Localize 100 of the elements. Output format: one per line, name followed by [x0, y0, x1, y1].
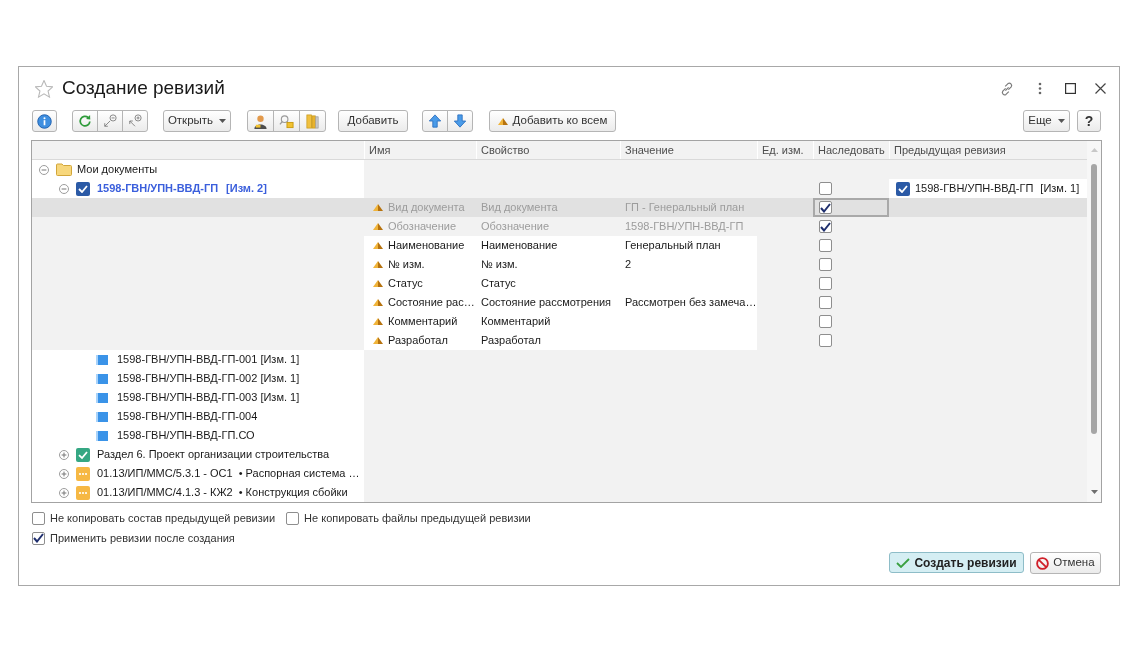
checkbox[interactable]	[76, 181, 90, 196]
checkbox[interactable]	[819, 182, 832, 195]
tree-item-label: 1598-ГВН/УПН-ВВД-ГП.СО	[117, 428, 255, 444]
tree-item[interactable]: 1598-ГВН/УПН-ВВД-ГП-004	[32, 407, 364, 426]
tree-item-label: Раздел 6. Проект организации строительства	[97, 447, 330, 463]
checkbox-label[interactable]: Не копировать состав предыдущей ревизии	[50, 509, 276, 527]
collapse-icon[interactable]	[59, 183, 69, 194]
pyramid-icon	[497, 117, 508, 125]
info-icon	[37, 113, 52, 129]
arrow-minus-button[interactable]	[97, 110, 123, 132]
checkbox[interactable]	[819, 334, 832, 347]
table-cell-text: ГП - Генеральный план	[624, 200, 746, 216]
document-icon	[96, 411, 108, 422]
table-cell: Разработал	[476, 331, 620, 350]
checkbox-label[interactable]: Применить ревизии после создания	[50, 529, 235, 547]
expand-icon[interactable]	[59, 487, 69, 498]
table-row[interactable]: Статус Статус	[32, 274, 1087, 293]
magnifier-box-icon	[279, 113, 294, 129]
tree-item[interactable]: 1598-ГВН/УПН-ВВД-ГП-001 [Изм. 1]	[32, 350, 364, 369]
tree-item[interactable]: 01.13/ИП/ММС/4.1.3 - КЖ2 • Конструкция сбойки	[32, 483, 364, 502]
tree-item[interactable]: 01.13/ИП/ММС/5.3.1 - ОС1 • Распорная система …	[32, 464, 364, 483]
property-name: Вид документа	[388, 200, 465, 216]
table-cell-text: Обозначение	[480, 219, 551, 235]
tree-item[interactable]: 1598-ГВН/УПН-ВВД-ГП.СО	[32, 426, 364, 445]
table-row[interactable]: Разработал Разработал	[32, 331, 1087, 350]
tree-item[interactable]: Мои документы	[32, 160, 364, 179]
tree-item[interactable]: 1598-ГВН/УПН-ВВД-ГП [Изм. 2]	[32, 179, 364, 198]
revision-number: [Изм. 1]	[1040, 181, 1080, 197]
tree-item-label: 1598-ГВН/УПН-ВВД-ГП	[97, 181, 219, 197]
checkbox[interactable]	[819, 277, 832, 290]
column-header[interactable]: Имя	[364, 141, 476, 159]
more-button[interactable]: Еще	[1023, 110, 1070, 132]
table-row[interactable]: Наименование Наименование Генеральный план	[32, 236, 1087, 255]
open-button[interactable]: Открыть	[163, 110, 231, 132]
tree-item-label: 1598-ГВН/УПН-ВВД-ГП-001 [Изм. 1]	[117, 352, 300, 368]
cancel-button[interactable]: Отмена	[1030, 552, 1101, 574]
scroll-down-icon[interactable]	[1090, 490, 1098, 494]
add-button[interactable]: Добавить	[338, 110, 408, 132]
property-name: № изм.	[388, 257, 425, 273]
info-button[interactable]	[32, 110, 57, 132]
checkbox[interactable]	[32, 531, 45, 545]
help-button[interactable]: ?	[1077, 110, 1101, 132]
expand-icon[interactable]	[59, 449, 69, 460]
tree-item[interactable]: 1598-ГВН/УПН-ВВД-ГП-003 [Изм. 1]	[32, 388, 364, 407]
column-header[interactable]: Свойство	[476, 141, 620, 159]
table-cell-text: 1598-ГВН/УПН-ВВД-ГП	[624, 219, 745, 235]
scrollbar[interactable]	[1087, 141, 1101, 502]
dots-square-icon	[76, 466, 90, 481]
pyramid-icon	[373, 280, 383, 287]
refresh-button[interactable]	[72, 110, 98, 132]
arrow-plus-button[interactable]	[122, 110, 148, 132]
property-name: Комментарий	[388, 314, 458, 330]
document-icon	[96, 373, 108, 384]
revision-number: [Изм. 2]	[226, 181, 267, 197]
move-up-button[interactable]	[422, 110, 448, 132]
expand-icon[interactable]	[59, 468, 69, 479]
user-button[interactable]	[247, 110, 274, 132]
arrow-up-icon	[428, 114, 442, 128]
scrollbar-thumb[interactable]	[1091, 164, 1097, 434]
value-field[interactable]: Рассмотрен без замеча…	[620, 293, 757, 312]
value-field[interactable]: 2	[620, 255, 757, 274]
link-icon[interactable]	[999, 80, 1015, 97]
checkbox[interactable]	[819, 315, 832, 328]
checkbox[interactable]	[286, 511, 300, 525]
column-header[interactable]: Значение	[620, 141, 757, 159]
document-icon	[96, 430, 108, 441]
star-icon[interactable]	[35, 79, 53, 98]
move-down-button[interactable]	[447, 110, 473, 132]
revision-label: 1598-ГВН/УПН-ВВД-ГП	[915, 181, 1034, 197]
checkbox[interactable]	[32, 511, 45, 525]
tree-item[interactable]: 1598-ГВН/УПН-ВВД-ГП-002 [Изм. 1]	[32, 369, 364, 388]
table-row[interactable]: Состояние рас… Состояние рассмотрения Рассмотрен без замеча…	[32, 293, 1087, 312]
checkbox-label[interactable]: Не копировать файлы предыдущей ревизии	[304, 509, 531, 527]
close-icon[interactable]	[1095, 83, 1106, 94]
tree-item-label: 01.13/ИП/ММС/4.1.3 - КЖ2	[97, 485, 233, 501]
checkbox[interactable]	[819, 296, 832, 309]
collapse-icon[interactable]	[39, 164, 49, 175]
tree-item[interactable]: Раздел 6. Проект организации строительства	[32, 445, 364, 464]
checkbox[interactable]	[896, 181, 910, 196]
maximize-icon[interactable]	[1065, 83, 1076, 94]
table-row[interactable]: Комментарий Комментарий	[32, 312, 1087, 331]
create-button[interactable]: Создать ревизии	[889, 552, 1024, 573]
dots-square-icon	[76, 485, 90, 500]
table-cell-text: Вид документа	[480, 200, 559, 216]
pyramid-icon	[373, 261, 383, 268]
property-name: Состояние рас…	[388, 295, 475, 311]
table-row[interactable]: № изм. № изм. 2	[32, 255, 1087, 274]
add-to-all-button[interactable]: Добавить ко всем	[489, 110, 616, 132]
document-icon	[96, 354, 108, 365]
binder-button[interactable]	[299, 110, 326, 132]
more-icon[interactable]	[1038, 82, 1042, 95]
checkbox[interactable]	[819, 239, 832, 252]
column-header[interactable]: Ед. изм.	[757, 141, 813, 159]
check-icon	[896, 557, 911, 568]
caret-icon	[1057, 119, 1065, 123]
property-name: Разработал	[388, 333, 448, 349]
table-cell: № изм.	[476, 255, 620, 274]
column-header[interactable]: Наследовать	[813, 141, 889, 159]
checkbox[interactable]	[819, 258, 832, 271]
value-field[interactable]: Генеральный план	[620, 236, 757, 255]
